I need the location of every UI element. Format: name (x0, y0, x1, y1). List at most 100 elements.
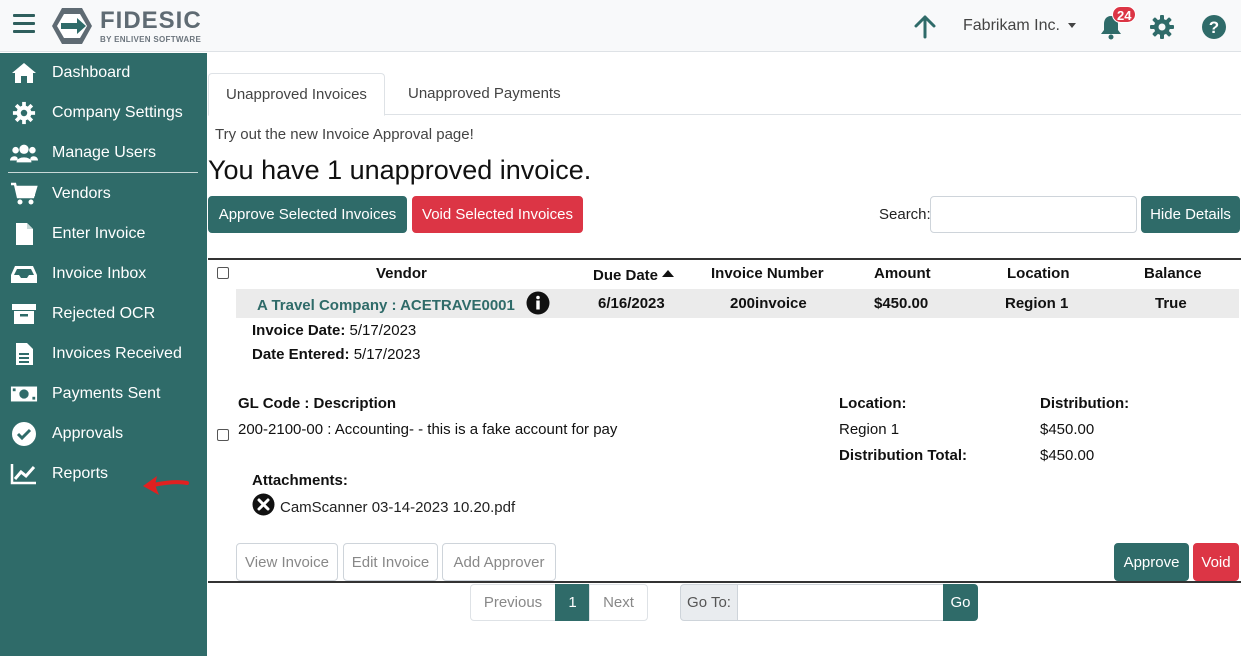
inbox-icon (10, 262, 38, 286)
tabs: Unapproved Invoices Unapproved Payments (208, 73, 1241, 116)
sidebar-item-label: Invoice Inbox (52, 265, 147, 282)
column-header-label: Due Date (593, 267, 659, 284)
select-all-checkbox[interactable] (217, 267, 229, 279)
sidebar-item-label: Payments Sent (52, 385, 161, 402)
arrow-up-icon[interactable] (912, 14, 938, 40)
sidebar-item-vendors[interactable]: Vendors (0, 175, 207, 213)
invoice-number-cell: 200invoice (730, 295, 807, 312)
location-cell: Region 1 (1005, 295, 1069, 312)
void-button[interactable]: Void (1193, 543, 1239, 581)
annotation-arrow-icon (143, 476, 189, 495)
column-header-vendor[interactable]: Vendor (376, 265, 427, 282)
due-date-cell: 6/16/2023 (598, 295, 665, 312)
company-name: Fabrikam Inc. (963, 17, 1060, 34)
gear-icon (10, 101, 38, 125)
sidebar-item-rejected-ocr[interactable]: Rejected OCR (0, 295, 207, 333)
sidebar-item-invoice-inbox[interactable]: Invoice Inbox (0, 255, 207, 293)
sidebar-item-approvals[interactable]: Approvals (0, 415, 207, 453)
column-header-location[interactable]: Location (1007, 265, 1070, 282)
sidebar: Dashboard Company Settings Manage Users … (0, 53, 207, 656)
file-icon (10, 222, 38, 246)
invoice-date: Invoice Date: 5/17/2023 (252, 322, 416, 339)
date-entered-label: Date Entered: (252, 346, 350, 363)
tab-unapproved-payments[interactable]: Unapproved Payments (391, 73, 578, 115)
gl-line-location: Region 1 (839, 421, 900, 438)
sidebar-item-label: Dashboard (52, 64, 131, 81)
top-bar: FIDESIC BY ENLIVEN SOFTWARE Fabrikam Inc… (0, 0, 1241, 52)
sidebar-item-invoices-received[interactable]: Invoices Received (0, 335, 207, 373)
gl-distribution-header: Distribution: (1040, 395, 1130, 412)
sidebar-item-label: Rejected OCR (52, 305, 156, 322)
gl-line-amount: $450.00 (1040, 421, 1095, 438)
column-header-balance[interactable]: Balance (1144, 265, 1202, 282)
column-header-due-date[interactable]: Due Date (593, 267, 675, 284)
table-header: Vendor Due Date Invoice Number Amount Lo… (208, 258, 1241, 288)
logo-mark-icon (52, 8, 92, 44)
pagination-next[interactable]: Next (589, 584, 648, 621)
gl-code-header: GL Code : Description (238, 395, 397, 412)
void-selected-button[interactable]: Void Selected Invoices (412, 196, 583, 233)
svg-text:?: ? (1209, 18, 1219, 37)
gl-line-description: 200-2100-00 : Accounting- - this is a fa… (238, 421, 618, 438)
sidebar-item-dashboard[interactable]: Dashboard (0, 54, 207, 92)
date-entered: Date Entered: 5/17/2023 (252, 346, 420, 363)
sidebar-item-label: Vendors (52, 185, 111, 202)
sidebar-item-label: Reports (52, 465, 109, 482)
sidebar-item-label: Company Settings (52, 104, 183, 121)
pagination-previous[interactable]: Previous (470, 584, 556, 621)
go-button[interactable]: Go (943, 584, 978, 621)
logo-text: FIDESIC (100, 7, 202, 34)
sidebar-item-payments-sent[interactable]: Payments Sent (0, 375, 207, 413)
sidebar-item-label: Invoices Received (52, 345, 182, 362)
edit-invoice-button[interactable]: Edit Invoice (343, 543, 438, 581)
approve-button[interactable]: Approve (1114, 543, 1189, 581)
hide-details-button[interactable]: Hide Details (1141, 196, 1240, 233)
settings-gear-icon[interactable] (1149, 14, 1175, 40)
attachments-label: Attachments: (252, 472, 348, 489)
logo[interactable]: FIDESIC BY ENLIVEN SOFTWARE (50, 6, 210, 46)
column-header-amount[interactable]: Amount (874, 265, 931, 282)
check-circle-icon (10, 422, 38, 446)
add-approver-button[interactable]: Add Approver (442, 543, 556, 581)
money-icon (10, 382, 38, 406)
search-input[interactable] (930, 196, 1137, 233)
attachment-link[interactable]: CamScanner 03-14-2023 10.20.pdf (280, 499, 515, 516)
cart-icon (10, 182, 38, 206)
caret-down-icon (1067, 23, 1076, 29)
company-dropdown[interactable]: Fabrikam Inc. (963, 17, 1076, 35)
info-icon[interactable] (526, 291, 550, 315)
goto-label: Go To: (680, 584, 738, 621)
view-invoice-button[interactable]: View Invoice (236, 543, 338, 581)
sidebar-item-enter-invoice[interactable]: Enter Invoice (0, 215, 207, 253)
approve-selected-button[interactable]: Approve Selected Invoices (208, 196, 407, 233)
sidebar-item-label: Approvals (52, 425, 124, 442)
remove-attachment-icon[interactable] (252, 493, 275, 516)
goto-page-input[interactable] (737, 584, 944, 621)
help-icon[interactable]: ? (1201, 14, 1227, 40)
sort-ascending-icon (662, 270, 675, 277)
search-label: Search: (879, 206, 931, 223)
date-entered-value: 5/17/2023 (353, 346, 421, 363)
hamburger-menu-icon[interactable] (13, 14, 35, 34)
page-title: You have 1 unapproved invoice. (208, 155, 592, 185)
invoice-date-label: Invoice Date: (252, 322, 346, 339)
amount-cell: $450.00 (874, 295, 929, 312)
file-text-icon (10, 342, 38, 366)
users-icon (10, 141, 38, 165)
sidebar-item-manage-users[interactable]: Manage Users (0, 134, 207, 172)
logo-subtitle: BY ENLIVEN SOFTWARE (100, 35, 202, 44)
notification-badge: 24 (1112, 6, 1137, 23)
column-header-invoice-number[interactable]: Invoice Number (711, 265, 824, 282)
archive-icon (10, 302, 38, 326)
vendor-link[interactable]: A Travel Company : ACETRAVE0001 (257, 297, 515, 314)
table-bottom-border (208, 581, 1241, 583)
tryout-link[interactable]: Try out the new Invoice Approval page! (215, 126, 474, 143)
chart-icon (10, 462, 38, 486)
sidebar-item-company-settings[interactable]: Company Settings (0, 94, 207, 132)
distribution-total-value: $450.00 (1040, 447, 1095, 464)
gl-line-checkbox[interactable] (217, 429, 229, 441)
balance-cell: True (1155, 295, 1187, 312)
tab-unapproved-invoices[interactable]: Unapproved Invoices (208, 73, 385, 116)
pagination-page-1[interactable]: 1 (555, 584, 590, 621)
gl-location-header: Location: (839, 395, 907, 412)
